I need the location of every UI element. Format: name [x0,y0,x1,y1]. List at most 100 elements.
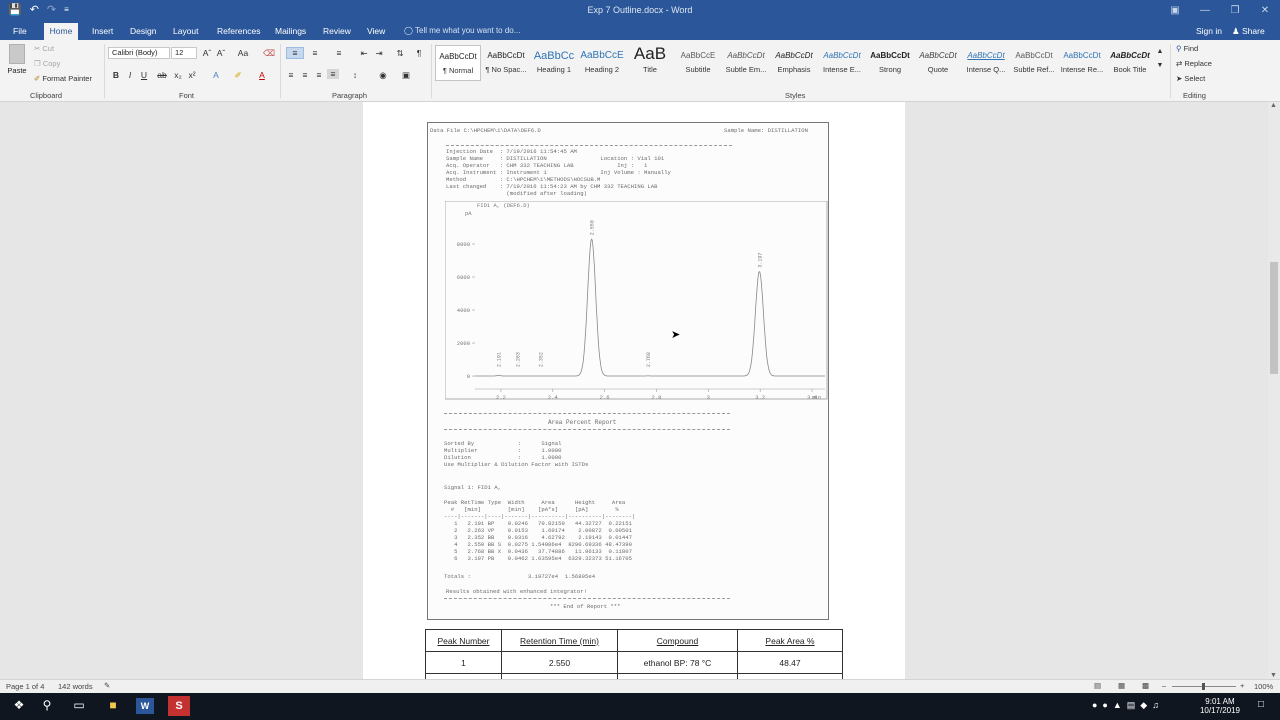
shading-icon[interactable]: ◉ [377,70,389,81]
tell-me-box[interactable]: ◯ Tell me what you want to do... [404,26,520,35]
copy-button[interactable]: ❐ Copy [34,59,60,68]
minimize-button[interactable]: — [1190,0,1220,22]
align-right-icon[interactable]: ≡ [313,70,325,80]
grow-font-icon[interactable]: Aˆ [201,48,213,58]
scroll-up-icon[interactable]: ▲ [1270,102,1277,109]
find-button[interactable]: ⚲ Find [1176,44,1198,53]
col-peak-area[interactable]: Peak Area % [737,629,843,652]
borders-icon[interactable]: ▣ [400,70,412,81]
sign-in-link[interactable]: Sign in [1196,26,1222,36]
task-view-icon[interactable]: ▭ [70,698,88,714]
windows-start-icon[interactable]: ❖ [10,698,28,714]
scroll-thumb[interactable] [1270,262,1278,374]
share-button[interactable]: ♟ Share [1232,26,1265,37]
proofing-icon[interactable]: ✎ [104,681,110,690]
style-intense-quote[interactable]: AaBbCcDt Intense Q... [963,45,1009,81]
subscript-icon[interactable]: x₂ [172,70,184,80]
file-explorer-icon[interactable]: ■ [104,698,122,714]
align-center-icon[interactable]: ≡ [299,70,311,80]
tab-home[interactable]: Home [44,23,78,40]
bullets-icon[interactable]: ≡ [286,47,304,59]
font-name-box[interactable]: Calibri (Body) [108,47,170,59]
tab-view[interactable]: View [367,26,385,36]
tab-mailings[interactable]: Mailings [275,26,306,36]
col-retention-time[interactable]: Retention Time (min) [501,629,618,652]
zoom-in-icon[interactable]: + [1240,681,1244,690]
select-button[interactable]: ➤ Select [1176,74,1205,83]
clear-formatting-icon[interactable]: ⌫ [263,48,275,59]
italic-icon[interactable]: I [124,70,136,80]
style-subtitle[interactable]: AaBbCcE Subtitle [675,45,721,81]
scroll-down-icon[interactable]: ▼ [1270,672,1277,679]
shrink-font-icon[interactable]: Aˇ [215,48,227,58]
style-heading-1[interactable]: AaBbCc Heading 1 [531,45,577,81]
web-layout-icon[interactable]: ▩ [1142,681,1149,690]
numbering-icon[interactable]: ≡ [309,48,321,58]
ribbon-display-icon[interactable]: ▣ [1160,0,1190,22]
style-quote[interactable]: AaBbCcDt Quote [915,45,961,81]
table-cell[interactable]: 2.550 [501,651,618,674]
styles-scroll-down-icon[interactable]: ▼ [1154,62,1166,69]
style-normal[interactable]: AaBbCcDt ¶ Normal [435,45,481,81]
replace-button[interactable]: ⇄ Replace [1176,59,1212,68]
style-subtle-reference[interactable]: AaBbCcDt Subtle Ref... [1011,45,1057,81]
screencast-app-icon[interactable]: S [168,696,190,716]
vertical-scrollbar[interactable]: ▲ ▼ [1268,102,1280,679]
zoom-slider[interactable] [1172,683,1236,690]
table-cell[interactable]: ethanol BP: 78 °C [617,651,738,674]
justify-icon[interactable]: ≡ [327,69,339,79]
style-subtle-emphasis[interactable]: AaBbCcDt Subtle Em... [723,45,769,81]
notifications-icon[interactable]: □ [1258,699,1264,710]
highlight-icon[interactable]: ✐ [232,70,244,81]
decrease-indent-icon[interactable]: ⇤ [358,48,370,59]
word-count[interactable]: 142 words [58,682,93,691]
line-spacing-icon[interactable]: ↕ [349,70,361,80]
cut-button[interactable]: ✂ Cut [34,44,54,53]
system-tray-icons[interactable]: ●●▲▤◆♫ [1092,700,1164,711]
page-count[interactable]: Page 1 of 4 [6,682,44,691]
tab-file[interactable]: File [13,26,27,36]
read-mode-icon[interactable]: ▤ [1094,681,1101,690]
change-case-icon[interactable]: Aa [235,48,251,58]
restore-button[interactable]: ❐ [1220,0,1250,22]
style-intense-emphasis[interactable]: AaBbCcDt Intense E... [819,45,865,81]
tab-layout[interactable]: Layout [173,26,199,36]
style-book-title[interactable]: AaBbCcDt Book Title [1107,45,1153,81]
style-heading-2[interactable]: AaBbCcE Heading 2 [579,45,625,81]
paste-button[interactable]: Paste [6,44,28,75]
style-strong[interactable]: AaBbCcDt Strong [867,45,913,81]
close-button[interactable]: ✕ [1250,0,1280,22]
style-intense-reference[interactable]: AaBbCcDt Intense Re... [1059,45,1105,81]
superscript-icon[interactable]: x² [186,70,198,80]
system-clock[interactable]: 9:01 AM 10/17/2019 [1200,697,1240,715]
tab-design[interactable]: Design [130,26,156,36]
text-effects-icon[interactable]: A [210,70,222,80]
multilevel-list-icon[interactable]: ≡ [333,48,345,58]
zoom-level[interactable]: 100% [1254,682,1273,691]
tab-insert[interactable]: Insert [92,26,113,36]
print-layout-icon[interactable]: ▦ [1118,681,1125,690]
font-size-box[interactable]: 12 [171,47,197,59]
table-cell[interactable]: 48.47 [737,651,843,674]
format-painter-button[interactable]: ✐ Format Painter [34,74,92,83]
col-peak-number[interactable]: Peak Number [425,629,502,652]
search-icon[interactable]: ⚲ [38,698,56,714]
document-page[interactable]: Data File C:\HPCHEM\1\DATA\DEF6.D Sample… [363,102,905,679]
word-app-icon[interactable]: W [136,698,154,714]
strikethrough-icon[interactable]: ab [156,70,168,80]
styles-scroll-up-icon[interactable]: ▲ [1154,48,1166,55]
tab-references[interactable]: References [217,26,260,36]
underline-icon[interactable]: U [138,70,150,80]
sort-icon[interactable]: ⇅ [394,48,406,59]
table-cell[interactable]: 1 [425,651,502,674]
bold-icon[interactable]: B [110,70,122,80]
style-emphasis[interactable]: AaBbCcDt Emphasis [771,45,817,81]
font-color-icon[interactable]: A [256,70,268,80]
pilcrow-icon[interactable]: ¶ [413,48,425,58]
style-title[interactable]: AaB Title [627,45,673,81]
tab-review[interactable]: Review [323,26,351,36]
col-compound[interactable]: Compound [617,629,738,652]
align-left-icon[interactable]: ≡ [285,70,297,80]
zoom-out-icon[interactable]: – [1162,681,1166,690]
style-no-spacing[interactable]: AaBbCcDt ¶ No Spac... [483,45,529,81]
